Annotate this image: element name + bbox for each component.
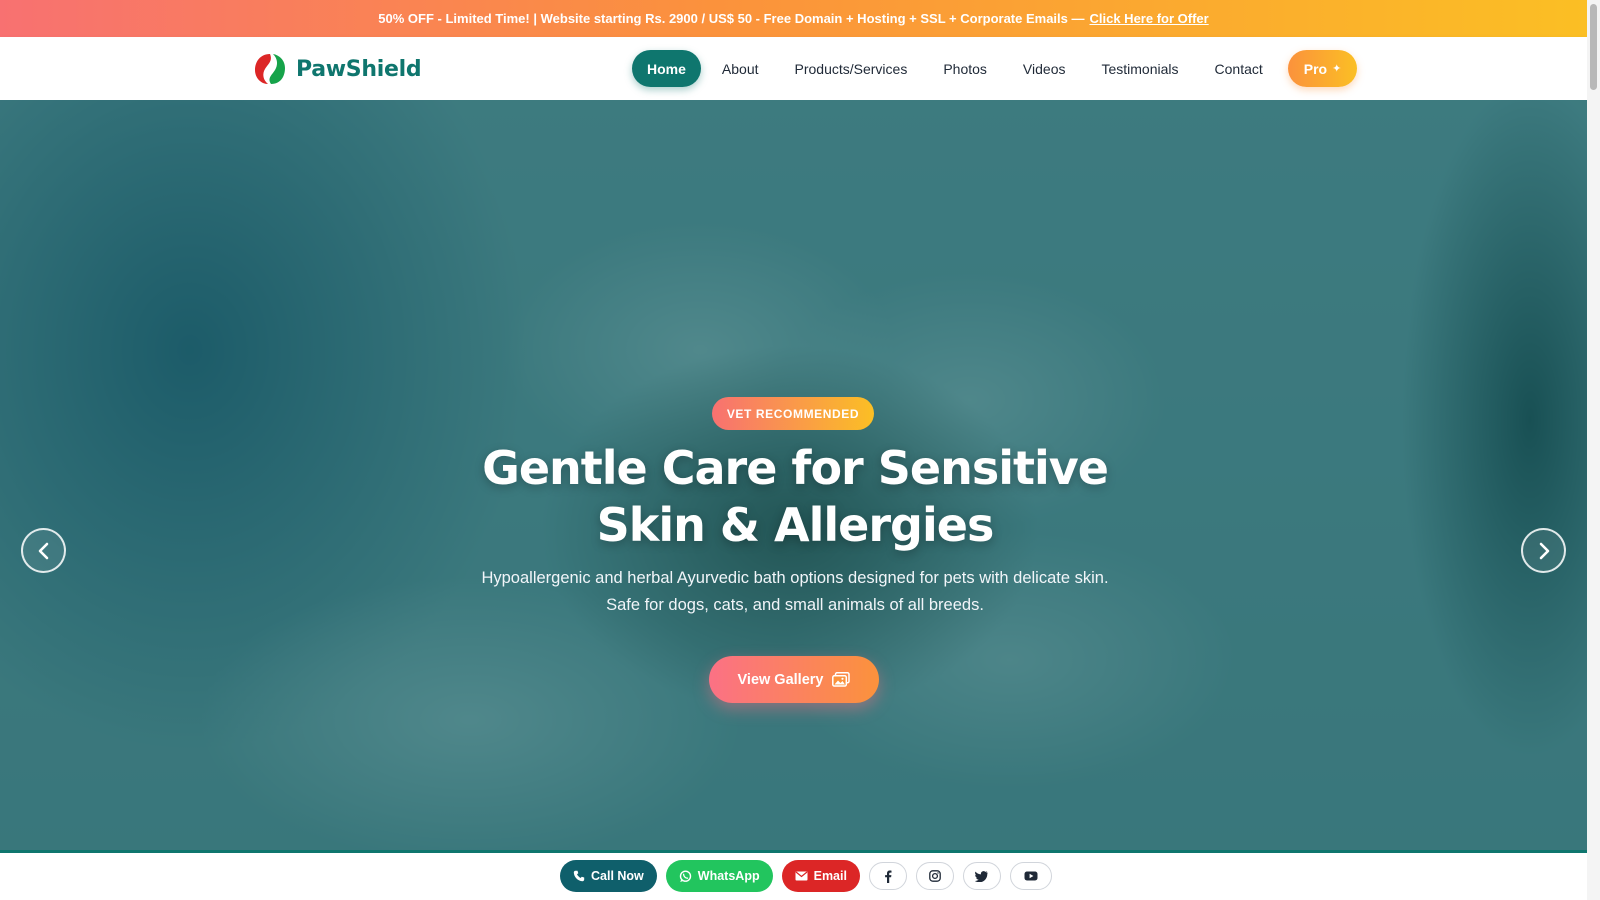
nav-photos[interactable]: Photos (928, 50, 1002, 87)
whatsapp-button[interactable]: WhatsApp (665, 860, 773, 892)
scrollbar-thumb[interactable] (1590, 4, 1597, 90)
slider-next-button[interactable] (1521, 528, 1566, 573)
instagram-link[interactable] (915, 862, 954, 890)
email-button[interactable]: Email (781, 860, 860, 892)
youtube-link[interactable] (1009, 862, 1052, 890)
youtube-icon (1024, 871, 1038, 881)
twitter-link[interactable] (962, 862, 1001, 890)
hero-title: Gentle Care for Sensitive Skin & Allergi… (380, 440, 1210, 554)
view-gallery-label: View Gallery (737, 671, 824, 688)
phone-icon (573, 870, 585, 882)
nav-products-services[interactable]: Products/Services (780, 50, 923, 87)
view-gallery-button[interactable]: View Gallery (709, 656, 879, 703)
nav-testimonials[interactable]: Testimonials (1086, 50, 1193, 87)
facebook-icon (885, 870, 892, 883)
vet-recommended-badge: VET RECOMMENDED (712, 397, 874, 430)
call-now-label: Call Now (591, 869, 644, 883)
promo-banner: 50% OFF - Limited Time! | Website starti… (0, 0, 1587, 37)
pawshield-logo-icon (255, 54, 285, 84)
pro-button[interactable]: Pro ✦ (1287, 50, 1358, 87)
images-icon (832, 672, 851, 687)
twitter-icon (975, 870, 988, 882)
contact-actions: Call Now WhatsApp Email (560, 860, 1052, 892)
envelope-icon (795, 871, 808, 881)
facebook-link[interactable] (868, 862, 907, 890)
slider-prev-button[interactable] (21, 528, 66, 573)
chevron-left-icon (38, 542, 48, 559)
hero-title-line-1: Gentle Care for Sensitive (482, 441, 1109, 495)
call-now-button[interactable]: Call Now (560, 860, 657, 892)
nav-videos[interactable]: Videos (1008, 50, 1081, 87)
brand-name: PawShield (296, 56, 422, 82)
promo-offer-link[interactable]: Click Here for Offer (1090, 11, 1209, 26)
promo-text: 50% OFF - Limited Time! | Website starti… (378, 11, 1085, 26)
whatsapp-icon (679, 869, 691, 882)
page-scrollbar[interactable] (1587, 0, 1600, 900)
hero-title-line-2: Skin & Allergies (596, 498, 995, 552)
nav-home[interactable]: Home (632, 50, 701, 87)
contact-bar: Call Now WhatsApp Email (0, 850, 1587, 900)
whatsapp-label: WhatsApp (697, 869, 760, 883)
main-nav: Home About Products/Services Photos Vide… (632, 50, 1358, 87)
sparkle-icon: ✦ (1332, 63, 1342, 75)
hero-description: Hypoallergenic and herbal Ayurvedic bath… (481, 569, 1109, 614)
hero-content: VET RECOMMENDED Gentle Care for Sensitiv… (0, 100, 1587, 850)
pro-label: Pro (1303, 60, 1328, 77)
brand-logo-link[interactable]: PawShield (253, 51, 422, 87)
instagram-icon (929, 870, 941, 882)
email-label: Email (813, 869, 847, 883)
nav-about[interactable]: About (707, 50, 774, 87)
chevron-right-icon (1539, 542, 1549, 559)
navbar: PawShield Home About Products/Services P… (0, 37, 1587, 100)
nav-contact[interactable]: Contact (1200, 50, 1278, 87)
hero-slider: VET RECOMMENDED Gentle Care for Sensitiv… (0, 100, 1587, 850)
